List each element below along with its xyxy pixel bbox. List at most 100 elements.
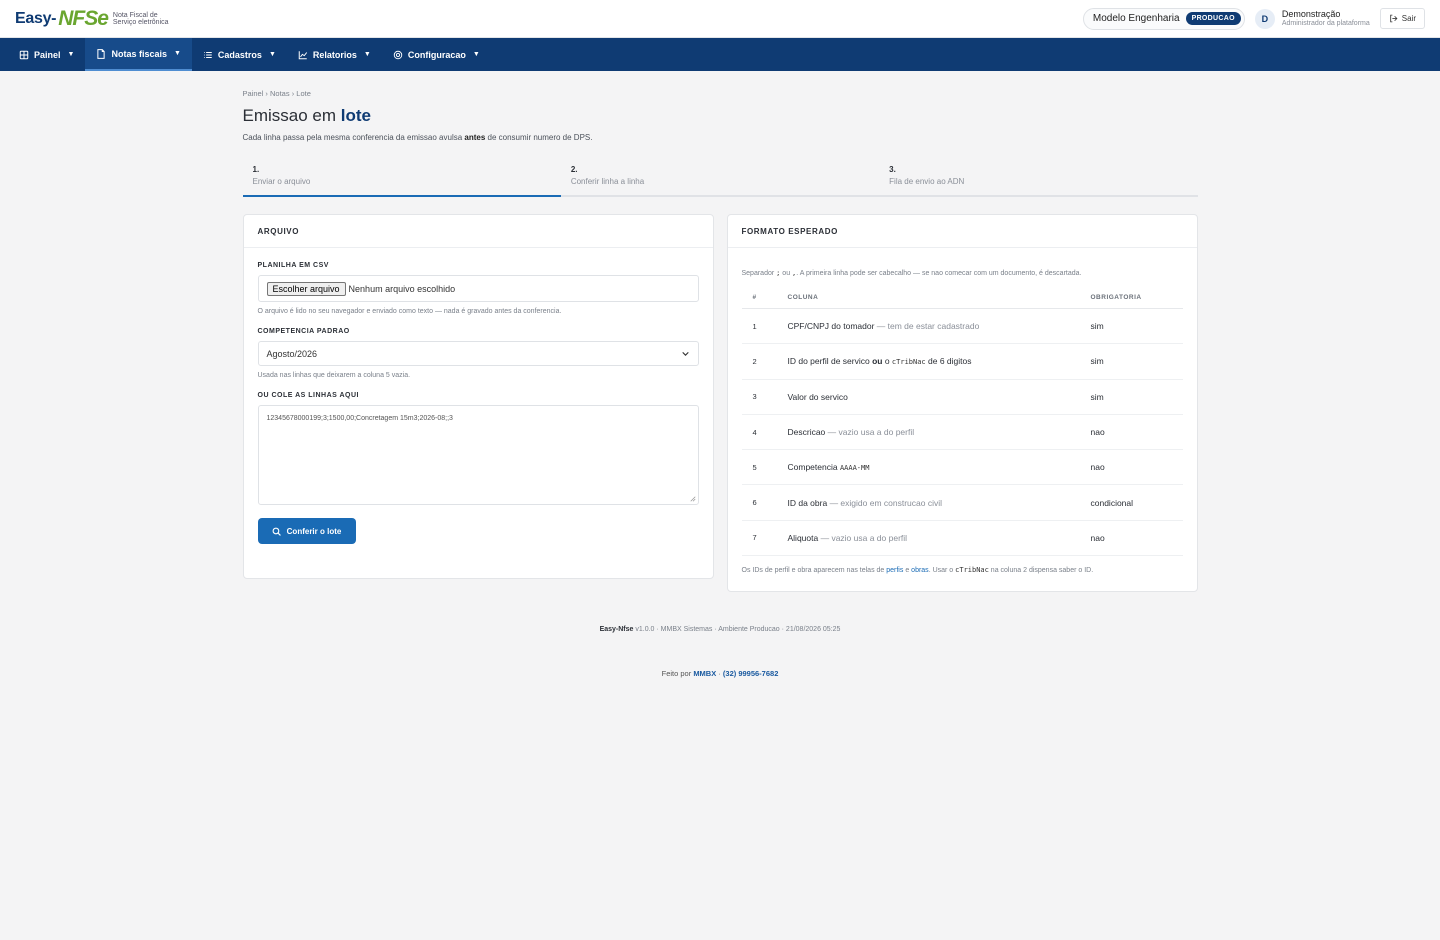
competencia-select[interactable]: Agosto/2026: [257, 341, 699, 366]
page-title-prefix: Emissao em: [242, 106, 341, 125]
upload-card-title: ARQUIVO: [243, 215, 713, 248]
chart-icon: [298, 50, 308, 59]
user-menu[interactable]: D Demonstração Administrador da platafor…: [1254, 8, 1370, 29]
table-row: 2 ID do perfil de servico ou o cTribNac …: [741, 343, 1183, 380]
row-coluna-main: Descricao: [787, 427, 826, 438]
main-content: Painel › Notas › Lote Emissao em lote Ca…: [242, 71, 1198, 678]
company-switcher[interactable]: Modelo Engenharia PRODUCAO: [1082, 7, 1245, 30]
step-number: 1.: [252, 165, 260, 174]
col-header-obrigatoria: OBRIGATORIA: [1079, 290, 1183, 309]
format-card-title: FORMATO ESPERADO: [727, 215, 1197, 248]
row-obrigatoria: condicional: [1079, 484, 1183, 521]
format-table: # COLUNA OBRIGATORIA 1 CPF/CNPJ do tomad…: [741, 290, 1183, 557]
logout-icon: [1390, 14, 1398, 23]
competencia-value: Agosto/2026: [266, 348, 318, 359]
logo-easy-text: Easy-: [15, 9, 57, 27]
page-sub-after: de consumir numero de DPS.: [485, 133, 593, 142]
conferir-lote-label: Conferir o lote: [286, 526, 342, 536]
nav-item-painel[interactable]: Painel ▼: [8, 38, 85, 71]
paste-lines-textarea[interactable]: 12345678000199;3;1500,00;Concretagem 15m…: [257, 405, 699, 505]
col-header-num: #: [741, 290, 777, 309]
conferir-lote-button[interactable]: Conferir o lote: [257, 518, 356, 544]
footer-made-by: Feito por: [661, 669, 694, 678]
footer-app-name: Easy-Nfse: [599, 626, 634, 633]
user-name: Demonstração: [1281, 8, 1341, 19]
logout-button[interactable]: Sair: [1379, 8, 1425, 29]
chevron-down-icon: [681, 351, 689, 356]
row-number: 7: [741, 520, 777, 557]
step-conferir[interactable]: 2. Conferir linha a linha: [561, 165, 879, 195]
row-number: 6: [741, 484, 777, 521]
logo-nfse-text: NFSe: [58, 6, 109, 30]
row-number: 3: [741, 379, 777, 415]
row-coluna: ID da obra — exigido em construcao civil: [776, 484, 1080, 521]
row-coluna: Aliquota — vazio usa a do perfil: [776, 520, 1080, 557]
row-coluna-main: Valor do servico: [787, 391, 848, 402]
nav-label: Painel: [34, 49, 61, 60]
upload-card: ARQUIVO PLANILHA EM CSV Escolher arquivo…: [242, 214, 714, 579]
document-icon: [97, 48, 106, 59]
nav-label: Cadastros: [217, 49, 262, 60]
step-label: Conferir linha a linha: [570, 177, 645, 186]
nav-item-notas-fiscais[interactable]: Notas fiscais ▼: [85, 38, 192, 71]
row-coluna-main: Competencia: [787, 462, 840, 473]
avatar: D: [1254, 8, 1275, 29]
format-footnote: Os IDs de perfil e obra aparecem nas tel…: [742, 566, 1183, 574]
environment-badge: PRODUCAO: [1185, 12, 1241, 25]
paste-label: OU COLE AS LINHAS AQUI: [257, 392, 359, 399]
footnote-code: cTribNac: [955, 566, 989, 575]
page-sub-before: Cada linha passa pela mesma conferencia …: [242, 133, 465, 142]
app-logo[interactable]: Easy- NFSe Nota Fiscal de Serviço eletrô…: [15, 7, 173, 31]
breadcrumb[interactable]: Painel › Notas › Lote: [243, 89, 1198, 98]
footnote-text: Os IDs de perfil e obra aparecem nas tel…: [741, 567, 887, 575]
logo-subtitle: Nota Fiscal de Serviço eletrônica: [112, 11, 169, 26]
file-status: Nenhum arquivo escolhido: [348, 283, 456, 294]
format-intro: Separador ; ou ,. A primeira linha pode …: [742, 269, 1183, 277]
perfis-link[interactable]: perfis: [886, 567, 903, 574]
page-subtitle: Cada linha passa pela mesma conferencia …: [243, 133, 1198, 142]
step-label: Fila de envio ao ADN: [889, 177, 965, 186]
phone-link[interactable]: (32) 99956-7682: [723, 669, 778, 678]
competencia-label: COMPETENCIA PADRAO: [257, 328, 350, 335]
nav-label: Configuracao: [407, 49, 466, 60]
row-number: 2: [741, 343, 777, 380]
page-title-bold: lote: [340, 106, 371, 125]
row-coluna: CPF/CNPJ do tomador — tem de estar cadas…: [776, 308, 1080, 345]
competencia-hint: Usada nas linhas que deixarem a coluna 5…: [257, 372, 411, 379]
footer-meta: v1.0.0 · MMBX Sistemas · Ambiente Produc…: [633, 626, 841, 633]
step-enviar-arquivo[interactable]: 1. Enviar o arquivo: [242, 165, 561, 197]
footer-separator: ·: [716, 669, 723, 678]
nav-item-cadastros[interactable]: Cadastros ▼: [192, 38, 287, 71]
caret-down-icon: ▼: [268, 51, 276, 58]
step-fila-envio[interactable]: 3. Fila de envio ao ADN: [879, 165, 1197, 195]
row-coluna-main: CPF/CNPJ do tomador: [787, 321, 875, 332]
row-coluna-main: ID da obra: [787, 497, 828, 508]
table-row: 1 CPF/CNPJ do tomador — tem de estar cad…: [741, 308, 1183, 345]
nav-item-configuracao[interactable]: Configuracao ▼: [382, 38, 491, 71]
row-obrigatoria: nao: [1079, 520, 1183, 557]
csv-hint: O arquivo é lido no seu navegador e envi…: [257, 308, 562, 315]
mmbx-link[interactable]: MMBX: [693, 669, 716, 678]
row-coluna-text: o: [882, 356, 892, 367]
row-obrigatoria: sim: [1079, 343, 1183, 380]
page-title: Emissao em lote: [243, 106, 1198, 126]
row-coluna-text: de 6 digitos: [925, 356, 972, 367]
obras-link[interactable]: obras: [911, 567, 929, 574]
row-obrigatoria: sim: [1079, 308, 1183, 345]
table-header-row: # COLUNA OBRIGATORIA: [741, 290, 1183, 309]
company-name: Modelo Engenharia: [1092, 13, 1180, 24]
csv-label: PLANILHA EM CSV: [257, 262, 329, 269]
col-header-coluna: COLUNA: [776, 290, 1080, 309]
caret-down-icon: ▼: [472, 51, 480, 58]
step-label: Enviar o arquivo: [252, 177, 311, 186]
table-row: 4 Descricao — vazio usa a do perfil nao: [741, 414, 1183, 451]
csv-file-input[interactable]: Escolher arquivo Nenhum arquivo escolhid…: [257, 275, 699, 302]
gear-icon: [393, 50, 403, 59]
choose-file-button[interactable]: Escolher arquivo: [266, 281, 346, 296]
nav-item-relatorios[interactable]: Relatorios ▼: [287, 38, 382, 71]
row-coluna: Descricao — vazio usa a do perfil: [776, 414, 1080, 451]
main-nav: Painel ▼ Notas fiscais ▼ Cadastros ▼ Rel…: [0, 38, 1440, 71]
resize-handle-icon[interactable]: [689, 496, 696, 502]
nav-label: Relatorios: [312, 49, 357, 60]
credits-footer: Feito por MMBX · (32) 99956-7682: [243, 669, 1198, 678]
